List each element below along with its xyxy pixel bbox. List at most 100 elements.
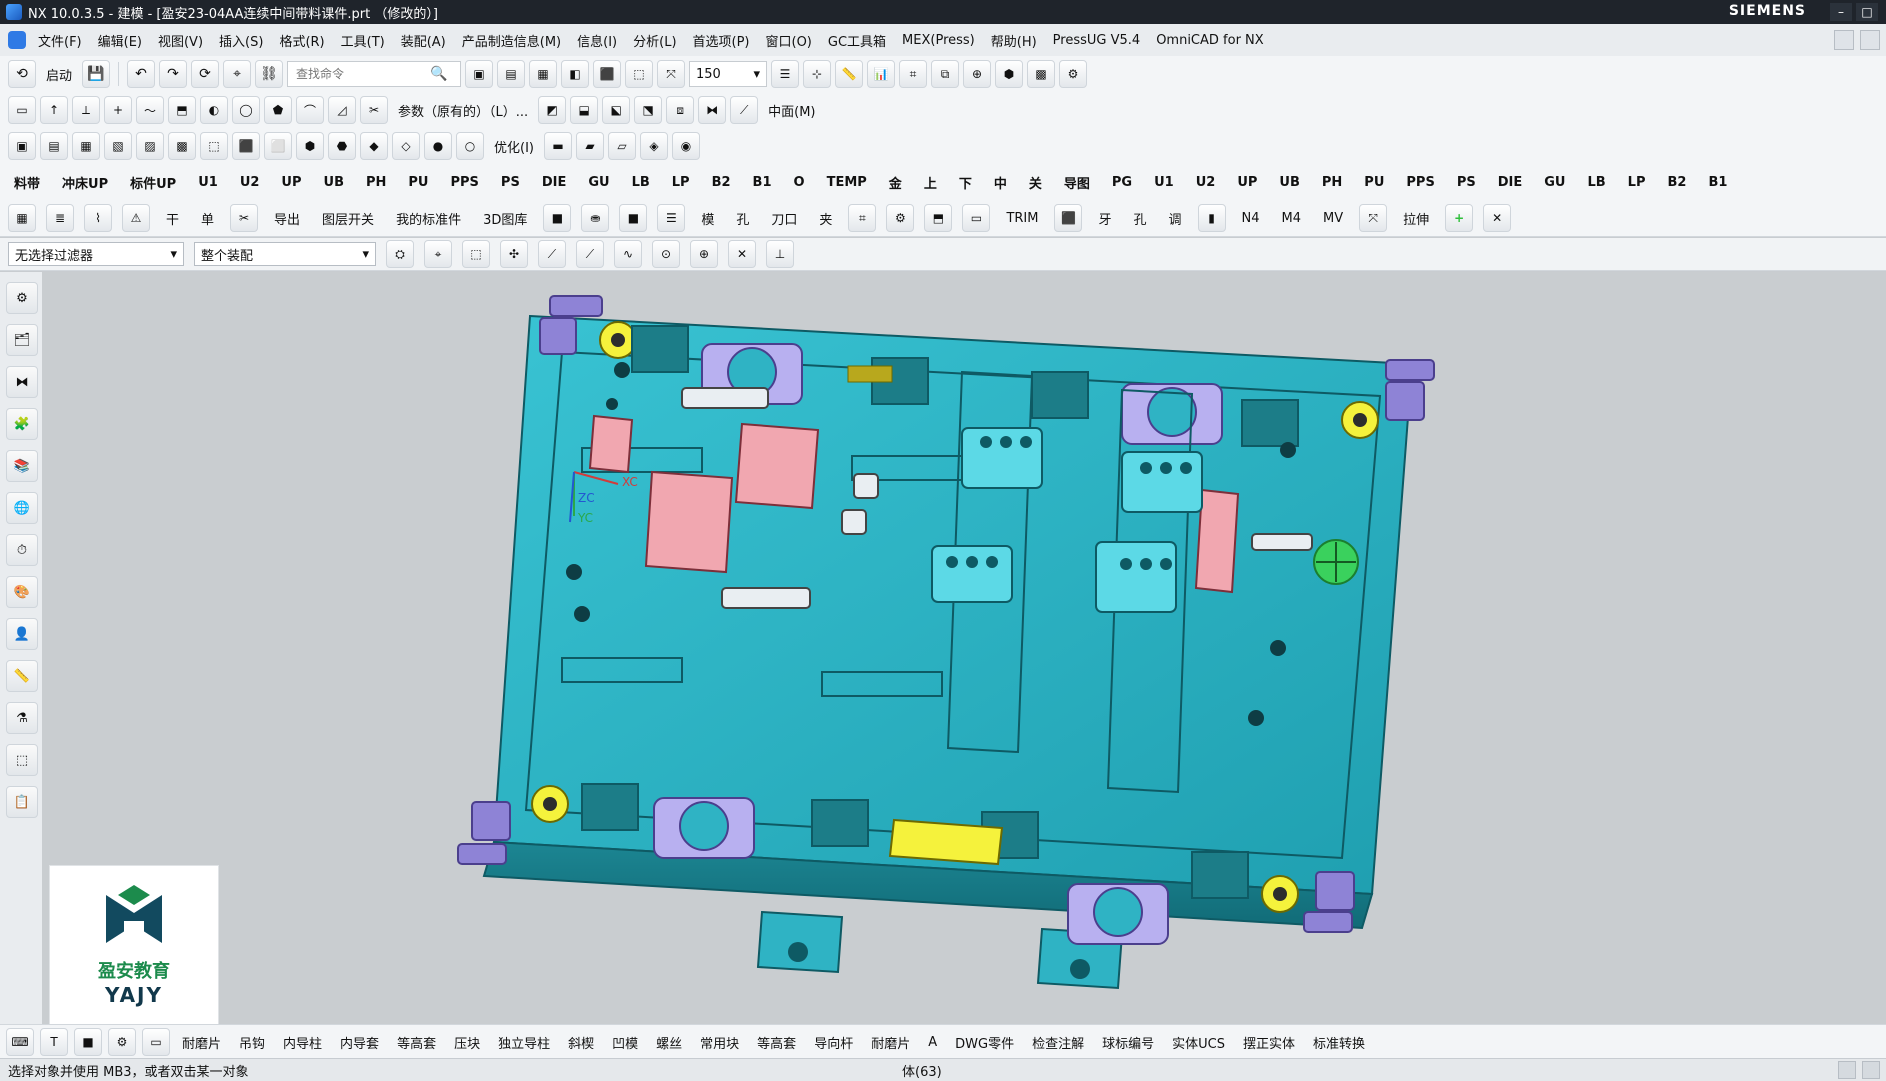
n4-button[interactable]: N4	[1236, 211, 1266, 226]
equal-height-sleeve-2-button[interactable]: 等高套	[751, 1033, 802, 1052]
tool-13-icon[interactable]: ◇	[392, 132, 420, 160]
single-button[interactable]: 单	[195, 209, 220, 228]
key-icon[interactable]: ⌨	[6, 1028, 34, 1056]
system-materials-icon[interactable]: 🎨	[6, 576, 38, 608]
zoom-window-icon[interactable]: ▤	[497, 60, 526, 88]
my-std-button[interactable]: 我的标准件	[390, 209, 467, 228]
datum-csys-icon[interactable]: ⟂	[72, 96, 100, 124]
save-icon[interactable]: 💾	[82, 60, 111, 88]
u2-move-button[interactable]: U2	[1190, 175, 1222, 190]
sketch-icon[interactable]: ▭	[8, 96, 36, 124]
ub-move-button[interactable]: UB	[1273, 175, 1305, 190]
params-label[interactable]: 参数（原有的）（L）...	[392, 101, 534, 120]
analysis-icon[interactable]: 📊	[867, 60, 896, 88]
measure-tool-icon[interactable]: ⌗	[848, 204, 877, 232]
wcs-icon[interactable]: ⊹	[803, 60, 832, 88]
mv-button[interactable]: MV	[1317, 211, 1349, 226]
dimension-icon[interactable]: ⌗	[899, 60, 928, 88]
ribbon-restore-button[interactable]	[1860, 30, 1880, 50]
layers-icon[interactable]: ≣	[46, 204, 74, 232]
tag-icon[interactable]: ▭	[962, 204, 991, 232]
tooth-button[interactable]: 牙	[1092, 209, 1117, 228]
blend-icon[interactable]: ⌒	[296, 96, 324, 124]
command-search-input[interactable]	[294, 66, 425, 82]
lp-move-button[interactable]: LP	[1622, 175, 1652, 190]
wear-plate-button[interactable]: 耐磨片	[176, 1033, 227, 1052]
snap-quadrant-icon[interactable]: ⊕	[690, 240, 718, 268]
shell-icon[interactable]: ⬔	[634, 96, 663, 124]
status-icon-1[interactable]	[1838, 1061, 1856, 1079]
settings-icon[interactable]: ⚙	[1059, 60, 1088, 88]
pps-button[interactable]: PPS	[445, 175, 485, 190]
snap-point-icon[interactable]: ✣	[500, 240, 528, 268]
tool-4-icon[interactable]: ▧	[104, 132, 132, 160]
transform-icon[interactable]: ⤧	[1359, 204, 1388, 232]
tool-15-icon[interactable]: ○	[456, 132, 484, 160]
redo-icon[interactable]: ↷	[159, 60, 188, 88]
hd3d-icon[interactable]: ⬚	[6, 744, 38, 776]
template-icon[interactable]: ▩	[1027, 60, 1056, 88]
snap-intersection-icon[interactable]: ✕	[728, 240, 756, 268]
boss-icon[interactable]: ⬟	[264, 96, 292, 124]
tool-8-icon[interactable]: ⬛	[232, 132, 260, 160]
die-move-button[interactable]: DIE	[1492, 175, 1529, 190]
roll-icon[interactable]: ⛂	[581, 204, 610, 232]
process-studio-icon[interactable]: ⚗	[6, 702, 38, 734]
menu-item-assembly[interactable]: 装配(A)	[393, 31, 454, 50]
tool-9-icon[interactable]: ⬜	[264, 132, 292, 160]
ub-button[interactable]: UB	[318, 175, 350, 190]
up-move-button[interactable]: UP	[1231, 175, 1263, 190]
box-tool-icon[interactable]: ⬒	[924, 204, 953, 232]
upper-button[interactable]: 上	[918, 173, 943, 192]
tool-6-icon[interactable]: ▩	[168, 132, 196, 160]
menu-item-window[interactable]: 窗口(O)	[758, 31, 820, 50]
stack-icon[interactable]: ☰	[657, 204, 686, 232]
menu-item-file[interactable]: 文件(F)	[30, 31, 90, 50]
snap-curve-icon[interactable]: ∿	[614, 240, 642, 268]
menu-item-info[interactable]: 信息(I)	[569, 31, 625, 50]
dwg-part-button[interactable]: DWG零件	[949, 1033, 1020, 1052]
export-button[interactable]: 导出	[268, 209, 306, 228]
guide-rod-button[interactable]: 导向杆	[808, 1033, 859, 1052]
lb-move-button[interactable]: LB	[1581, 175, 1611, 190]
menu-item-insert[interactable]: 插入(S)	[211, 31, 271, 50]
select-box-icon[interactable]: ⬚	[462, 240, 490, 268]
snap-end-icon[interactable]: ⟋	[538, 240, 566, 268]
plate-icon[interactable]: ▭	[142, 1028, 170, 1056]
pps-move-button[interactable]: PPS	[1400, 175, 1440, 190]
m4-button[interactable]: M4	[1276, 211, 1308, 226]
start-label[interactable]: 启动	[40, 65, 78, 84]
zoom-select[interactable]: 150 ▾	[689, 61, 768, 87]
constraint-navigator-icon[interactable]: ⧓	[6, 366, 38, 398]
tool-14-icon[interactable]: ●	[424, 132, 452, 160]
cube-icon[interactable]: ⬛	[1054, 204, 1083, 232]
hole-tool-button[interactable]: 孔	[730, 209, 755, 228]
b1-button[interactable]: B1	[747, 175, 778, 190]
material-icon[interactable]: ⬢	[995, 60, 1024, 88]
measure-icon[interactable]: 📏	[835, 60, 864, 88]
green-tool-icon[interactable]: ■	[74, 1028, 102, 1056]
cross-tool-icon[interactable]: ✕	[1483, 204, 1512, 232]
refresh-icon[interactable]: ⟳	[191, 60, 220, 88]
clamp-button[interactable]: 夹	[813, 209, 838, 228]
ph-button[interactable]: PH	[360, 175, 392, 190]
pu-button[interactable]: PU	[402, 175, 434, 190]
pu-move-button[interactable]: PU	[1358, 175, 1390, 190]
gear-tool-icon[interactable]: ⚙	[886, 204, 915, 232]
inner-guide-bush-button[interactable]: 内导套	[334, 1033, 385, 1052]
close-button[interactable]: 关	[1023, 173, 1048, 192]
point-icon[interactable]: +	[104, 96, 132, 124]
minimize-button[interactable]: –	[1830, 3, 1852, 21]
shaded-icon[interactable]: ⬛	[593, 60, 622, 88]
pg-button[interactable]: PG	[1106, 175, 1138, 190]
layer-label[interactable]: 中面(M)	[762, 101, 821, 120]
tool-11-icon[interactable]: ⬣	[328, 132, 356, 160]
gu-button[interactable]: GU	[582, 175, 615, 190]
die-cavity-button[interactable]: 凹模	[606, 1033, 644, 1052]
tool-20-icon[interactable]: ◉	[671, 132, 700, 160]
wear-plate-2-button[interactable]: 耐磨片	[865, 1033, 916, 1052]
lb-button[interactable]: LB	[626, 175, 656, 190]
sew-icon[interactable]: ⬓	[570, 96, 599, 124]
tool-18-icon[interactable]: ▱	[607, 132, 636, 160]
menu-item-format[interactable]: 格式(R)	[271, 31, 332, 50]
